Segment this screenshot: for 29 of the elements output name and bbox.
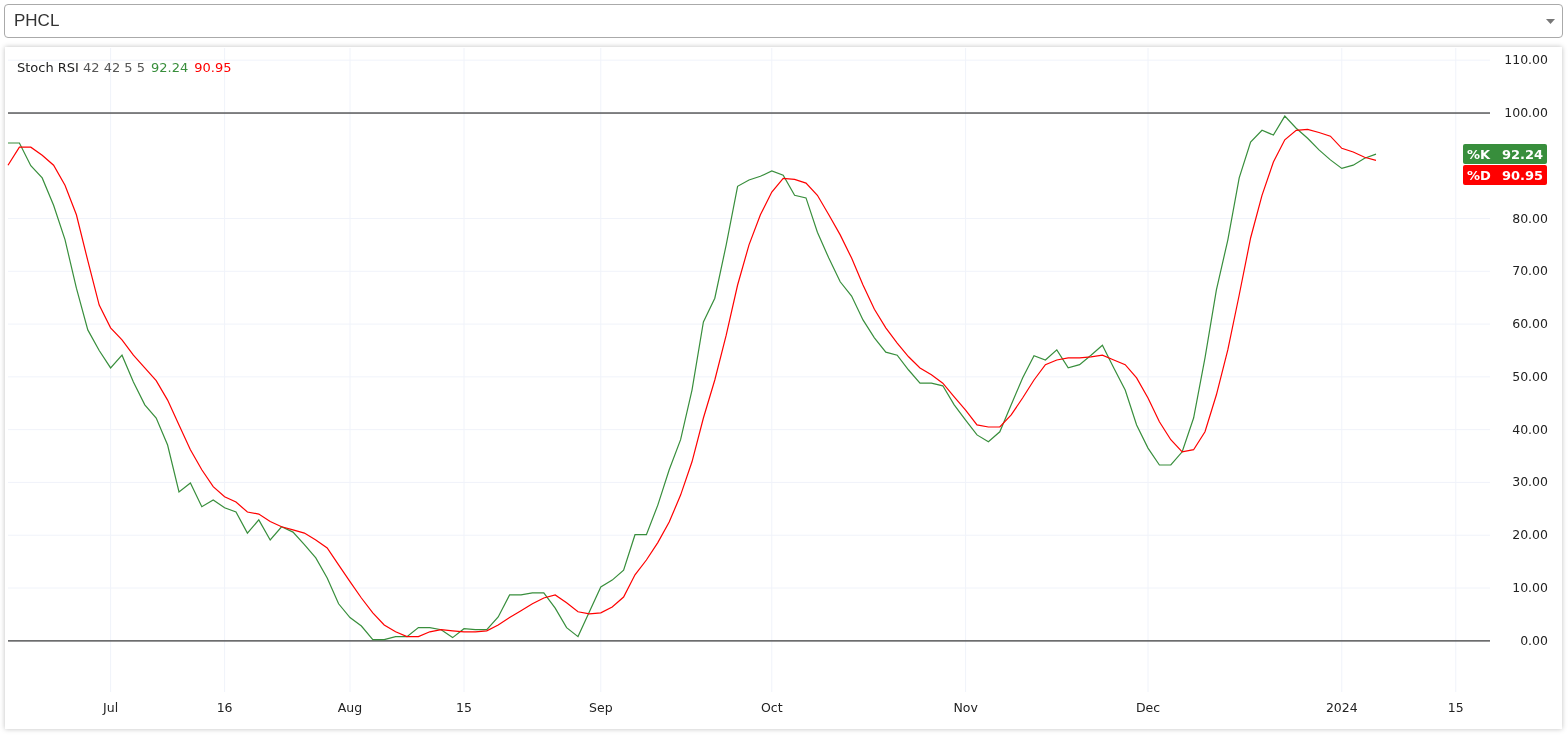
price-label: %D 90.95	[1463, 165, 1547, 185]
axis-label: Oct	[761, 700, 783, 715]
axis-label: Aug	[337, 700, 363, 715]
axis-label: 100.00	[1504, 104, 1548, 120]
axis-label: Dec	[1135, 700, 1161, 715]
axis-label: 110.00	[1504, 52, 1548, 68]
axis-label: 50.00	[1512, 368, 1548, 384]
axis-label: 16	[216, 700, 233, 715]
price-label: %K 92.24	[1463, 144, 1547, 164]
axis-label: 80.00	[1512, 210, 1548, 226]
axis-label: 20.00	[1512, 527, 1548, 543]
axis-label: 10.00	[1512, 580, 1548, 595]
indicator-value: 90.95	[194, 60, 232, 75]
indicator-value: 92.24	[151, 60, 189, 75]
axis-label: 15	[1447, 700, 1464, 715]
axis-label: 40.00	[1512, 421, 1548, 437]
axis-label: 2024	[1325, 700, 1358, 715]
indicator-params: 42 42 5 5	[82, 60, 145, 75]
caret-icon	[1546, 18, 1555, 24]
axis-label: Jul	[103, 700, 119, 715]
axis-label: Nov	[953, 700, 978, 715]
axis-label: 15	[456, 700, 472, 715]
axis-label: Sep	[589, 700, 613, 715]
axis-label: 60.00	[1512, 316, 1548, 332]
indicator-name: Stoch RSI	[17, 60, 79, 75]
axis-label: 0.00	[1520, 632, 1548, 648]
axis-label: 30.00	[1512, 474, 1548, 490]
axis-label: 70.00	[1512, 263, 1548, 279]
symbol-dropdown[interactable]: PHCL	[4, 4, 1563, 38]
